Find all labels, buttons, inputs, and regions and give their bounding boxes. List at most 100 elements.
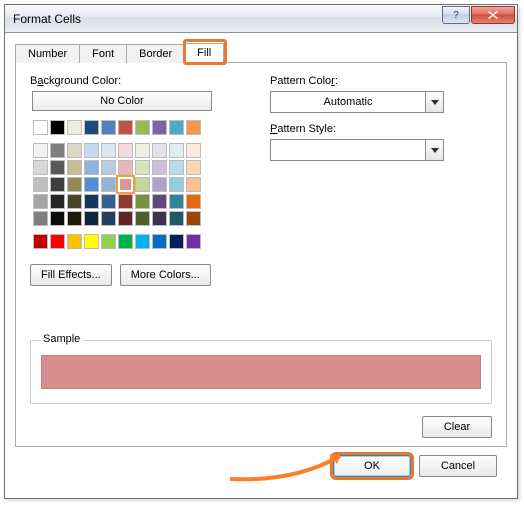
- pattern-color-combo[interactable]: Automatic: [270, 91, 444, 113]
- color-swatch[interactable]: [67, 194, 82, 209]
- color-swatch[interactable]: [152, 160, 167, 175]
- color-swatch[interactable]: [67, 120, 82, 135]
- color-swatch[interactable]: [50, 160, 65, 175]
- color-swatch[interactable]: [118, 143, 133, 158]
- color-swatch[interactable]: [101, 143, 116, 158]
- no-color-button[interactable]: No Color: [32, 91, 212, 111]
- color-swatches: [32, 119, 240, 250]
- color-swatch[interactable]: [186, 177, 201, 192]
- color-swatch[interactable]: [50, 120, 65, 135]
- tab-font[interactable]: Font: [80, 44, 127, 63]
- color-swatch[interactable]: [135, 177, 150, 192]
- color-swatch[interactable]: [101, 234, 116, 249]
- close-button[interactable]: [471, 6, 515, 24]
- color-swatch[interactable]: [186, 143, 201, 158]
- color-swatch[interactable]: [135, 120, 150, 135]
- color-swatch[interactable]: [152, 194, 167, 209]
- tab-number[interactable]: Number: [15, 44, 80, 63]
- color-swatch[interactable]: [186, 194, 201, 209]
- color-swatch[interactable]: [186, 120, 201, 135]
- color-swatch[interactable]: [33, 211, 48, 226]
- color-swatch[interactable]: [33, 177, 48, 192]
- color-swatch[interactable]: [50, 194, 65, 209]
- color-swatch[interactable]: [101, 120, 116, 135]
- color-swatch[interactable]: [101, 211, 116, 226]
- ok-button[interactable]: OK: [333, 455, 411, 477]
- dialog-footer: OK Cancel: [15, 447, 507, 487]
- titlebar: Format Cells ?: [5, 5, 517, 33]
- color-swatch[interactable]: [67, 160, 82, 175]
- chevron-down-icon[interactable]: [425, 140, 443, 160]
- color-swatch[interactable]: [118, 234, 133, 249]
- color-swatch[interactable]: [84, 143, 99, 158]
- window-buttons: ?: [441, 5, 517, 32]
- color-swatch[interactable]: [135, 211, 150, 226]
- more-colors-button[interactable]: More Colors...: [120, 264, 211, 286]
- color-swatch[interactable]: [118, 211, 133, 226]
- color-swatch[interactable]: [33, 194, 48, 209]
- color-swatch[interactable]: [84, 211, 99, 226]
- color-swatch[interactable]: [135, 234, 150, 249]
- pattern-style-combo[interactable]: [270, 139, 444, 161]
- color-swatch[interactable]: [84, 234, 99, 249]
- color-swatch[interactable]: [84, 177, 99, 192]
- color-swatch[interactable]: [169, 234, 184, 249]
- close-icon: [488, 11, 498, 19]
- color-swatch[interactable]: [67, 143, 82, 158]
- pattern-color-label: Pattern Color:: [270, 75, 492, 87]
- color-swatch[interactable]: [118, 177, 133, 192]
- color-swatch[interactable]: [169, 160, 184, 175]
- format-cells-dialog: Format Cells ? Number Font Border Fill B…: [4, 4, 518, 499]
- color-swatch[interactable]: [33, 160, 48, 175]
- fill-effects-button[interactable]: Fill Effects...: [30, 264, 112, 286]
- color-swatch[interactable]: [67, 177, 82, 192]
- color-swatch[interactable]: [84, 194, 99, 209]
- sample-preview: [41, 355, 481, 389]
- color-swatch[interactable]: [84, 160, 99, 175]
- color-swatch[interactable]: [118, 194, 133, 209]
- color-swatch[interactable]: [169, 211, 184, 226]
- color-swatch[interactable]: [152, 211, 167, 226]
- color-swatch[interactable]: [101, 194, 116, 209]
- color-swatch[interactable]: [33, 234, 48, 249]
- color-swatch[interactable]: [135, 160, 150, 175]
- color-swatch[interactable]: [169, 194, 184, 209]
- color-swatch[interactable]: [50, 143, 65, 158]
- color-swatch[interactable]: [33, 120, 48, 135]
- chevron-down-icon[interactable]: [425, 92, 443, 112]
- tab-panel-fill: Background Color: No Color Fill Effects.…: [15, 63, 507, 447]
- color-swatch[interactable]: [50, 177, 65, 192]
- color-swatch[interactable]: [169, 120, 184, 135]
- pattern-style-label: Pattern Style:: [270, 123, 492, 135]
- color-swatch[interactable]: [186, 234, 201, 249]
- window-title: Format Cells: [13, 12, 441, 26]
- color-swatch[interactable]: [152, 120, 167, 135]
- color-swatch[interactable]: [186, 211, 201, 226]
- color-swatch[interactable]: [169, 177, 184, 192]
- clear-button[interactable]: Clear: [422, 416, 492, 438]
- tab-border[interactable]: Border: [127, 44, 185, 63]
- color-swatch[interactable]: [118, 120, 133, 135]
- color-swatch[interactable]: [152, 177, 167, 192]
- color-swatch[interactable]: [135, 143, 150, 158]
- background-color-section: Background Color: No Color Fill Effects.…: [30, 75, 240, 286]
- color-swatch[interactable]: [101, 160, 116, 175]
- cancel-button[interactable]: Cancel: [419, 455, 497, 477]
- color-swatch[interactable]: [152, 143, 167, 158]
- color-swatch[interactable]: [67, 211, 82, 226]
- pattern-color-value: Automatic: [271, 92, 425, 112]
- color-swatch[interactable]: [135, 194, 150, 209]
- tab-fill[interactable]: Fill: [185, 43, 224, 63]
- color-swatch[interactable]: [152, 234, 167, 249]
- color-swatch[interactable]: [50, 211, 65, 226]
- color-swatch[interactable]: [118, 160, 133, 175]
- color-swatch[interactable]: [84, 120, 99, 135]
- color-swatch[interactable]: [169, 143, 184, 158]
- color-swatch[interactable]: [101, 177, 116, 192]
- color-swatch[interactable]: [33, 143, 48, 158]
- help-button[interactable]: ?: [442, 6, 470, 24]
- sample-label: Sample: [39, 333, 84, 345]
- color-swatch[interactable]: [50, 234, 65, 249]
- color-swatch[interactable]: [67, 234, 82, 249]
- color-swatch[interactable]: [186, 160, 201, 175]
